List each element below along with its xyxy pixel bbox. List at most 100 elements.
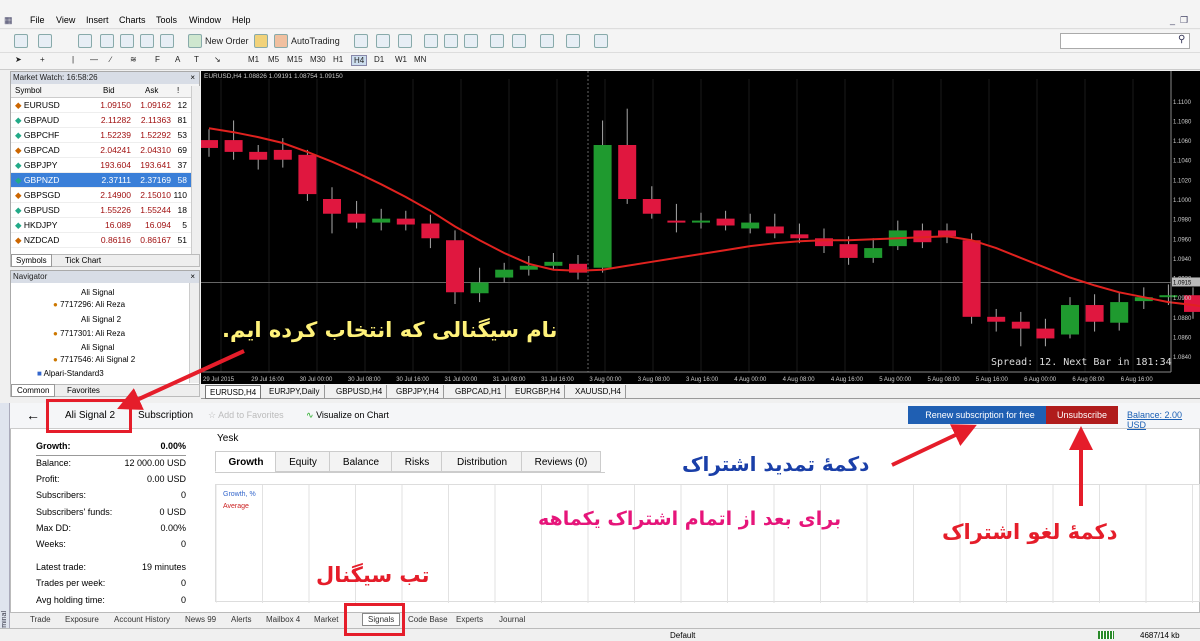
search-icon[interactable]: ⚲ — [1178, 34, 1185, 45]
menu-help[interactable]: Help — [232, 15, 251, 25]
tester-icon[interactable] — [160, 34, 174, 48]
zoom-out-icon[interactable] — [444, 34, 458, 48]
market-watch-row[interactable]: ◆ GBPJPY 193.604 193.641 37 — [11, 158, 191, 173]
tab-news[interactable]: News 99 — [185, 615, 216, 624]
timeframe-d1[interactable]: D1 — [374, 55, 384, 64]
timeframe-m15[interactable]: M15 — [287, 55, 303, 64]
tab-favorites[interactable]: Favorites — [67, 386, 100, 395]
timeframe-m30[interactable]: M30 — [310, 55, 326, 64]
candlestick-icon[interactable] — [376, 34, 390, 48]
tab-balance[interactable]: Balance — [329, 451, 393, 472]
text-label-icon[interactable]: T — [194, 55, 199, 64]
timeframe-h1[interactable]: H1 — [333, 55, 343, 64]
indicators-icon[interactable] — [540, 34, 554, 48]
menu-window[interactable]: Window — [189, 15, 221, 25]
navigator-scrollbar[interactable] — [189, 283, 199, 383]
vertical-line-icon[interactable]: | — [72, 55, 74, 64]
market-watch-icon[interactable] — [78, 34, 92, 48]
chart-tab-gbpusd[interactable]: GBPUSD,H4 — [332, 385, 388, 399]
nav-item[interactable]: Ali Signal — [81, 343, 114, 352]
nav-item[interactable]: ● 7717301: Ali Reza — [53, 329, 125, 338]
nav-item[interactable]: ■ Alpari-Standard3 — [37, 369, 104, 378]
horizontal-line-icon[interactable]: — — [90, 55, 98, 64]
zoom-in-icon[interactable] — [424, 34, 438, 48]
tab-market[interactable]: Market — [314, 615, 338, 624]
nav-item[interactable]: ● 7717296: Ali Reza — [53, 300, 125, 309]
chart-tab-eurusd[interactable]: EURUSD,H4 — [205, 385, 262, 399]
menu-charts[interactable]: Charts — [119, 15, 146, 25]
visualize-link[interactable]: ∿ Visualize on Chart — [306, 410, 389, 421]
col-ask[interactable]: Ask — [145, 84, 158, 98]
market-watch-row[interactable]: ◆ EURUSD 1.09150 1.09162 12 — [11, 98, 191, 113]
chart-shift-icon[interactable] — [490, 34, 504, 48]
crosshair-icon[interactable]: + — [40, 55, 45, 64]
tab-equity[interactable]: Equity — [275, 451, 331, 472]
cursor-icon[interactable]: ➤ — [15, 55, 22, 64]
bar-chart-icon[interactable] — [354, 34, 368, 48]
timeframe-mn[interactable]: MN — [414, 55, 426, 64]
tab-exposure[interactable]: Exposure — [65, 615, 99, 624]
market-watch-scrollbar[interactable] — [191, 86, 200, 254]
nav-item[interactable]: ● 7717546: Ali Signal 2 — [53, 355, 135, 364]
nav-item[interactable]: Ali Signal 2 — [81, 315, 121, 324]
new-order-icon[interactable] — [188, 34, 202, 48]
menu-insert[interactable]: Insert — [86, 15, 109, 25]
back-arrow-icon[interactable]: ← — [26, 407, 40, 423]
tab-distribution[interactable]: Distribution — [441, 451, 523, 472]
renew-subscription-button[interactable]: Renew subscription for free — [908, 406, 1052, 424]
market-watch-row[interactable]: ◆ GBPCAD 2.04241 2.04310 69 — [11, 143, 191, 158]
line-chart-icon[interactable] — [398, 34, 412, 48]
subscription-tab[interactable]: Subscription — [138, 410, 193, 421]
chart-tab-eurgbp[interactable]: EURGBP,H4 — [511, 385, 566, 399]
menu-tools[interactable]: Tools — [156, 15, 177, 25]
data-window-icon[interactable] — [100, 34, 114, 48]
auto-trading-icon[interactable] — [274, 34, 288, 48]
terminal-icon[interactable] — [140, 34, 154, 48]
text-icon[interactable]: A — [175, 55, 180, 64]
menu-file[interactable]: File — [30, 15, 45, 25]
col-bid[interactable]: Bid — [103, 84, 115, 98]
tab-code-base[interactable]: Code Base — [408, 615, 448, 624]
close-icon[interactable]: × — [190, 272, 195, 281]
channel-icon[interactable]: ≋ — [130, 55, 137, 64]
tab-trade[interactable]: Trade — [30, 615, 51, 624]
market-watch-row[interactable]: ◆ GBPCHF 1.52239 1.52292 53 — [11, 128, 191, 143]
tab-tick-chart[interactable]: Tick Chart — [65, 256, 101, 265]
search-input[interactable] — [1060, 33, 1190, 49]
tile-windows-icon[interactable] — [464, 34, 478, 48]
close-icon[interactable]: × — [190, 73, 195, 82]
new-order-button[interactable]: New Order — [205, 36, 249, 46]
periods-icon[interactable] — [566, 34, 580, 48]
market-watch-row[interactable]: ◆ GBPUSD 1.55226 1.55244 18 — [11, 203, 191, 218]
balance-link[interactable]: Balance: 2.00 USD — [1127, 410, 1200, 430]
autoscroll-icon[interactable] — [512, 34, 526, 48]
tab-growth[interactable]: Growth — [215, 451, 277, 472]
tab-reviews[interactable]: Reviews (0) — [521, 451, 601, 472]
timeframe-m5[interactable]: M5 — [268, 55, 279, 64]
tab-symbols[interactable]: Symbols — [11, 254, 52, 267]
tab-experts[interactable]: Experts — [456, 615, 483, 624]
nav-item[interactable]: Ali Signal — [81, 288, 114, 297]
timeframe-h4[interactable]: H4 — [351, 55, 368, 66]
timeframe-w1[interactable]: W1 — [395, 55, 407, 64]
chart-tab-gbpcad[interactable]: GBPCAD,H1 — [451, 385, 507, 399]
new-chart-icon[interactable] — [14, 34, 28, 48]
auto-trading-button[interactable]: AutoTrading — [291, 36, 340, 46]
unsubscribe-button[interactable]: Unsubscribe — [1046, 406, 1118, 424]
market-watch-row[interactable]: ◆ GBPSGD 2.14900 2.15010 110 — [11, 188, 191, 203]
templates-icon[interactable] — [594, 34, 608, 48]
restore-icon[interactable]: ❐ — [1180, 15, 1188, 26]
timeframe-m1[interactable]: M1 — [248, 55, 259, 64]
market-watch-row[interactable]: ◆ GBPNZD 2.37111 2.37169 58 — [11, 173, 191, 188]
tab-journal[interactable]: Journal — [499, 615, 525, 624]
market-watch-row[interactable]: ◆ HKDJPY 16.089 16.094 5 — [11, 218, 191, 233]
tab-risks[interactable]: Risks — [391, 451, 443, 472]
col-spread[interactable]: ! — [177, 84, 179, 98]
chart-tab-gbpjpy[interactable]: GBPJPY,H4 — [392, 385, 444, 399]
col-symbol[interactable]: Symbol — [15, 84, 42, 98]
tab-common[interactable]: Common — [11, 384, 56, 397]
meta-editor-icon[interactable] — [254, 34, 268, 48]
profiles-icon[interactable] — [38, 34, 52, 48]
trendline-icon[interactable]: ∕ — [110, 55, 111, 64]
add-favorites-link[interactable]: ☆ Add to Favorites — [208, 410, 284, 421]
